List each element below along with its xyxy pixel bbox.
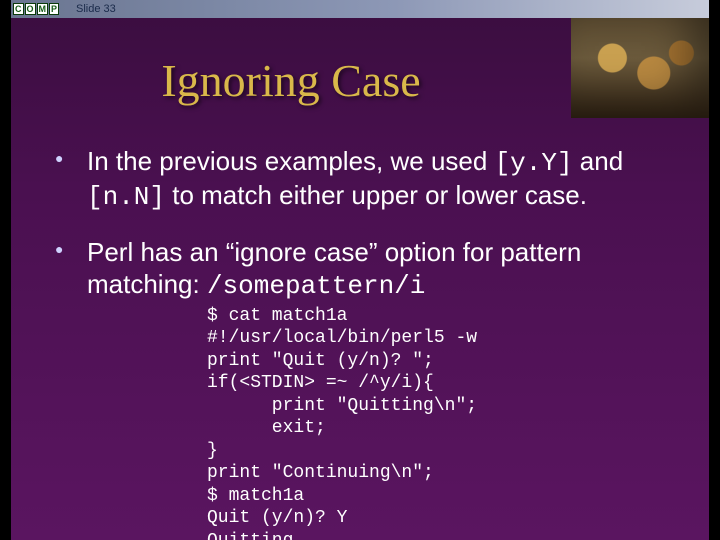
bullet-text: In the previous examples, we used <box>87 146 495 176</box>
slide-content: In the previous examples, we used [y.Y] … <box>51 146 691 540</box>
inline-code: [n.N] <box>87 182 165 212</box>
bullet-item: Perl has an “ignore case” option for pat… <box>51 237 691 540</box>
bullet-text: and <box>573 146 624 176</box>
slide: COMP Slide 33 Ignoring Case In the previ… <box>11 0 709 540</box>
inline-code: /somepattern/i <box>207 271 425 301</box>
slide-title: Ignoring Case <box>11 54 571 107</box>
slide-number: Slide 33 <box>76 3 116 15</box>
bullet-item: In the previous examples, we used [y.Y] … <box>51 146 691 213</box>
black-side-strip <box>0 0 11 540</box>
inline-code: [y.Y] <box>495 148 573 178</box>
bullet-text: to match either upper or lower case. <box>165 180 587 210</box>
code-block: $ cat match1a #!/usr/local/bin/perl5 -w … <box>207 305 691 540</box>
slide-topbar: COMP Slide 33 <box>11 0 709 18</box>
logo-icon: COMP <box>13 2 68 16</box>
decorative-painting <box>571 18 709 118</box>
